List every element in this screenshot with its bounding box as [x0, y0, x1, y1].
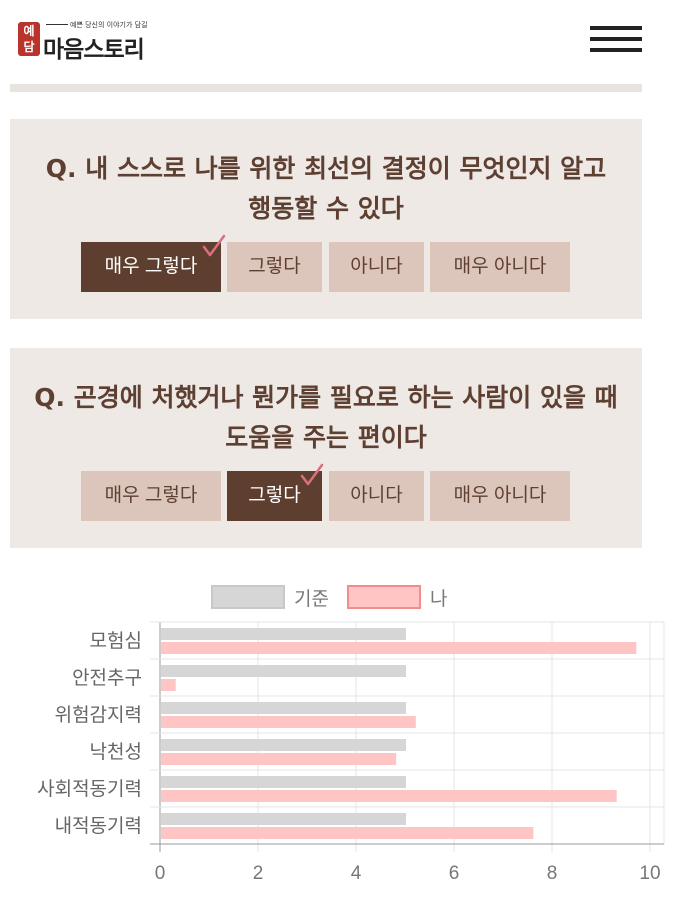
question-card-1: Q. 내 스스로 나를 위한 최선의 결정이 무엇인지 알고 행동할 수 있다 …	[10, 119, 642, 319]
option-very-yes[interactable]: 매우 그렇다	[81, 242, 221, 292]
previous-card-edge	[10, 84, 642, 92]
x-tick-label: 4	[351, 863, 362, 884]
logo-mark: 예 담	[18, 22, 40, 56]
option-no[interactable]: 아니다	[329, 242, 424, 292]
option-yes[interactable]: 그렇다	[227, 242, 322, 292]
y-category-label: 위험감지력	[55, 704, 142, 726]
bar-me	[161, 642, 637, 654]
y-category-label: 사회적동기력	[37, 778, 142, 800]
bar-base	[161, 813, 406, 825]
bar-base	[161, 739, 406, 751]
bar-base	[161, 665, 406, 677]
bar-base	[161, 702, 406, 714]
question-title: Q. 내 스스로 나를 위한 최선의 결정이 무엇인지 알고 행동할 수 있다	[45, 154, 607, 223]
question-card-2: Q. 곤경에 처했거나 뭔가를 필요로 하는 사람이 있을 때 도움을 주는 편…	[10, 348, 642, 548]
bar-base	[161, 628, 406, 640]
option-very-no[interactable]: 매우 아니다	[430, 471, 570, 521]
bar-me	[161, 716, 416, 728]
legend-swatch-base	[211, 585, 285, 609]
bar-me	[161, 679, 176, 691]
bar-me	[161, 753, 397, 765]
hamburger-icon[interactable]	[588, 20, 644, 56]
option-no[interactable]: 아니다	[329, 471, 424, 521]
option-very-no[interactable]: 매우 아니다	[430, 242, 570, 292]
logo-tagline: 예쁜 당신의 이야기가 담길	[46, 21, 148, 29]
y-category-label: 낙천성	[90, 741, 142, 763]
logo-text: 마음스토리	[43, 37, 145, 63]
y-category-label: 안전추구	[72, 667, 142, 689]
legend-swatch-me	[347, 585, 421, 609]
bar-base	[161, 776, 406, 788]
legend-label-base: 기준	[294, 588, 329, 610]
legend-label-me: 나	[430, 588, 447, 610]
bar-chart: 기준 나 0 2 4 6 8 10 모험심안전추구위험감지력낙천성사회적동기력내적동기력	[37, 585, 665, 884]
option-very-yes[interactable]: 매우 그렇다	[81, 471, 221, 521]
bar-me	[161, 790, 617, 802]
x-tick-label: 0	[155, 863, 166, 884]
x-tick-label: 8	[547, 863, 558, 884]
result-chart: 기준 나 0 2 4 6 8 10 모험심안전추구위험감지력낙천성사회적동기력내적동기력	[0, 570, 680, 906]
x-tick-label: 2	[253, 863, 264, 884]
y-category-label: 내적동기력	[55, 815, 142, 837]
y-category-label: 모험심	[90, 630, 142, 652]
checkmark-icon	[202, 234, 226, 257]
question-title: Q. 곤경에 처했거나 뭔가를 필요로 하는 사람이 있을 때 도움을 주는 편…	[34, 383, 618, 452]
checkmark-icon	[300, 463, 324, 486]
header: 예 담 예쁜 당신의 이야기가 담길 마음스토리	[0, 0, 680, 80]
x-tick-label: 10	[639, 863, 660, 884]
x-tick-label: 6	[449, 863, 460, 884]
bar-me	[161, 827, 534, 839]
